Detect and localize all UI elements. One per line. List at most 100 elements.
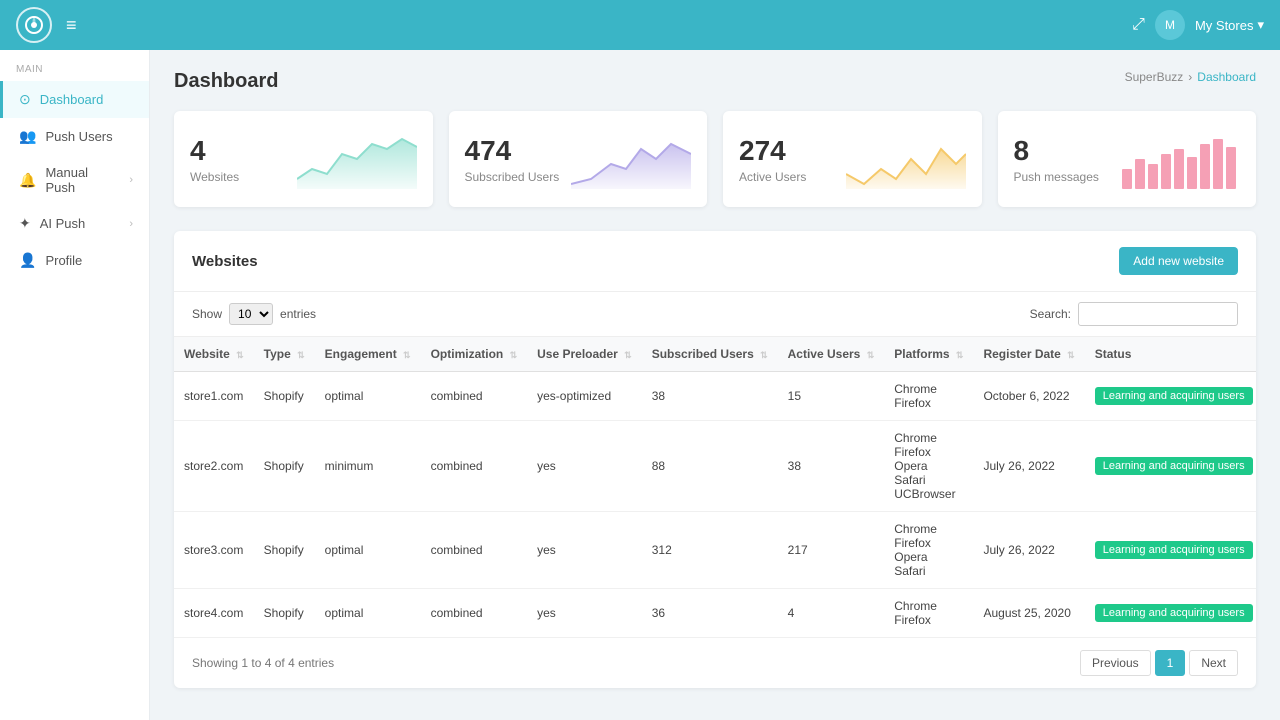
sidebar-item-label: Profile <box>45 253 82 268</box>
main-content: Dashboard SuperBuzz › Dashboard 4 Websit… <box>150 50 1280 720</box>
cell-website: store4.com <box>174 589 254 638</box>
sidebar-item-manual-push[interactable]: 🔔 Manual Push › <box>0 155 149 205</box>
status-badge: Learning and acquiring users <box>1095 387 1253 405</box>
cell-website: store1.com <box>174 372 254 421</box>
cell-type: Shopify <box>254 589 315 638</box>
main-layout: MAIN ⊙ Dashboard 👥 Push Users 🔔 Manual P… <box>0 50 1280 720</box>
page-1-button[interactable]: 1 <box>1155 650 1186 676</box>
cell-website: store2.com <box>174 421 254 512</box>
breadcrumb-current: Dashboard <box>1197 70 1256 84</box>
chart-push <box>1120 129 1240 189</box>
stat-label-subscribed: Subscribed Users <box>465 170 560 184</box>
show-label: Show <box>192 307 222 321</box>
hamburger-icon[interactable]: ≡ <box>66 15 77 36</box>
cell-register-date: August 25, 2020 <box>973 589 1084 638</box>
ai-push-icon: ✦ <box>19 215 31 232</box>
cell-optimization: combined <box>421 512 528 589</box>
col-use-preloader: Use Preloader ⇅ <box>527 337 642 372</box>
sidebar-item-dashboard[interactable]: ⊙ Dashboard <box>0 81 149 118</box>
table-body: store1.com Shopify optimal combined yes-… <box>174 372 1256 638</box>
stat-card-subscribed: 474 Subscribed Users <box>449 111 708 207</box>
dashboard-icon: ⊙ <box>19 91 31 108</box>
stat-card-push: 8 Push messages <box>998 111 1257 207</box>
previous-button[interactable]: Previous <box>1080 650 1151 676</box>
stat-label-push: Push messages <box>1014 170 1099 184</box>
table-row: store1.com Shopify optimal combined yes-… <box>174 372 1256 421</box>
fullscreen-icon[interactable]: ⤢ <box>1132 16 1145 34</box>
stat-label-active: Active Users <box>739 170 806 184</box>
breadcrumb-parent[interactable]: SuperBuzz <box>1125 70 1184 84</box>
pagination: Previous 1 Next <box>1080 650 1238 676</box>
stat-number-push: 8 <box>1014 135 1099 167</box>
sidebar-item-ai-push[interactable]: ✦ AI Push › <box>0 205 149 242</box>
cell-engagement: optimal <box>315 512 421 589</box>
cell-website: store3.com <box>174 512 254 589</box>
table-title: Websites <box>192 253 258 270</box>
footer-text: Showing 1 to 4 of 4 entries <box>192 656 334 670</box>
col-status: Status <box>1085 337 1256 372</box>
sidebar-section-main: MAIN <box>0 50 149 81</box>
table-head-row: Website ⇅ Type ⇅ Engagement ⇅ Optimizati… <box>174 337 1256 372</box>
chevron-right-icon: › <box>129 174 133 186</box>
cell-engagement: minimum <box>315 421 421 512</box>
sidebar-item-profile[interactable]: 👤 Profile <box>0 242 149 279</box>
cell-use-preloader: yes <box>527 589 642 638</box>
chart-active <box>846 129 966 189</box>
cell-optimization: combined <box>421 421 528 512</box>
cell-active-users: 4 <box>778 589 885 638</box>
chart-subscribed <box>571 129 691 189</box>
navbar: ≡ ⤢ M My Stores ▾ <box>0 0 1280 50</box>
cell-status: Learning and acquiring users <box>1085 421 1256 512</box>
table-head: Website ⇅ Type ⇅ Engagement ⇅ Optimizati… <box>174 337 1256 372</box>
next-button[interactable]: Next <box>1189 650 1238 676</box>
table-controls: Show 10 25 50 entries Search: <box>174 292 1256 337</box>
table-row: store3.com Shopify optimal combined yes … <box>174 512 1256 589</box>
col-website: Website ⇅ <box>174 337 254 372</box>
page-header: Dashboard SuperBuzz › Dashboard <box>174 70 1256 93</box>
col-optimization: Optimization ⇅ <box>421 337 528 372</box>
logo-icon <box>16 7 52 43</box>
add-website-button[interactable]: Add new website <box>1119 247 1238 275</box>
cell-type: Shopify <box>254 512 315 589</box>
avatar: M <box>1155 10 1185 40</box>
stat-info-subscribed: 474 Subscribed Users <box>465 135 560 184</box>
push-users-icon: 👥 <box>19 128 36 145</box>
status-badge: Learning and acquiring users <box>1095 604 1253 622</box>
col-platforms: Platforms ⇅ <box>884 337 973 372</box>
col-engagement: Engagement ⇅ <box>315 337 421 372</box>
cell-active-users: 217 <box>778 512 885 589</box>
search-box: Search: <box>1030 302 1238 326</box>
search-label: Search: <box>1030 307 1071 321</box>
store-dropdown[interactable]: My Stores ▾ <box>1195 17 1264 33</box>
col-subscribed-users: Subscribed Users ⇅ <box>642 337 778 372</box>
profile-icon: 👤 <box>19 252 36 269</box>
status-badge: Learning and acquiring users <box>1095 457 1253 475</box>
stat-card-active: 274 Active Users <box>723 111 982 207</box>
cell-subscribed-users: 312 <box>642 512 778 589</box>
cell-engagement: optimal <box>315 372 421 421</box>
cell-platforms: ChromeFirefoxOperaSafari <box>884 512 973 589</box>
navbar-right: ⤢ M My Stores ▾ <box>1132 10 1264 40</box>
cell-use-preloader: yes <box>527 512 642 589</box>
cell-optimization: combined <box>421 372 528 421</box>
sidebar-item-label: Manual Push <box>45 165 120 195</box>
cell-register-date: July 26, 2022 <box>973 512 1084 589</box>
chevron-right-icon-2: › <box>129 218 133 230</box>
status-badge: Learning and acquiring users <box>1095 541 1253 559</box>
cell-optimization: combined <box>421 589 528 638</box>
search-input[interactable] <box>1078 302 1238 326</box>
websites-table: Website ⇅ Type ⇅ Engagement ⇅ Optimizati… <box>174 337 1256 638</box>
stat-number-active: 274 <box>739 135 806 167</box>
sidebar-item-push-users[interactable]: 👥 Push Users <box>0 118 149 155</box>
col-active-users: Active Users ⇅ <box>778 337 885 372</box>
entries-label: entries <box>280 307 316 321</box>
col-register-date: Register Date ⇅ <box>973 337 1084 372</box>
cell-use-preloader: yes <box>527 421 642 512</box>
stat-cards: 4 Websites 474 Subscribed Users <box>174 111 1256 207</box>
entries-select[interactable]: 10 25 50 <box>229 303 273 325</box>
sidebar: MAIN ⊙ Dashboard 👥 Push Users 🔔 Manual P… <box>0 50 150 720</box>
stat-label-websites: Websites <box>190 170 239 184</box>
breadcrumb-separator: › <box>1188 70 1192 84</box>
table-row: store4.com Shopify optimal combined yes … <box>174 589 1256 638</box>
cell-active-users: 15 <box>778 372 885 421</box>
